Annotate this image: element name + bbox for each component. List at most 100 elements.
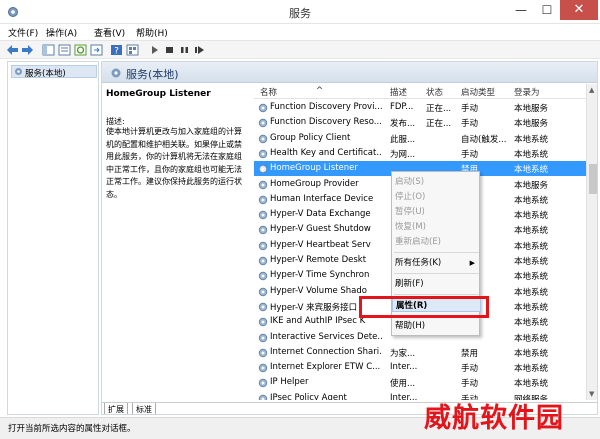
- cell-name: Group Policy Client: [270, 132, 351, 143]
- table-row[interactable]: Function Discovery Provi... FDP... 正在... 手动…: [254, 100, 586, 115]
- selected-service-name: HomeGroup Listener: [106, 89, 211, 99]
- tree-item-services-local[interactable]: 服务(本地): [11, 65, 97, 79]
- vertical-scrollbar[interactable]: ▲ ▼: [586, 84, 597, 400]
- menu-item-pause[interactable]: 暂停(U): [392, 205, 481, 219]
- svg-text:威航软件园: 威航软件园: [424, 402, 564, 434]
- maximize-button[interactable]: ☐: [534, 0, 560, 20]
- services-icon: [111, 68, 121, 78]
- service-gear-icon: [258, 394, 268, 400]
- scroll-up-icon[interactable]: ▲: [589, 86, 594, 94]
- pause-service-icon[interactable]: [178, 44, 191, 56]
- cell-log-on-as: 本地系统: [514, 302, 549, 313]
- menu-file[interactable]: 文件(F): [8, 26, 38, 39]
- cell-log-on-as: 本地系统: [514, 318, 549, 329]
- annotation-highlight-box: [359, 296, 489, 318]
- menu-item-help[interactable]: 帮助(H): [392, 319, 481, 333]
- cell-log-on-as: 本地系统: [514, 195, 549, 206]
- close-button[interactable]: ✕: [560, 0, 598, 20]
- menu-help[interactable]: 帮助(H): [136, 26, 168, 39]
- service-gear-icon: [258, 149, 268, 159]
- service-gear-icon: [258, 379, 268, 388]
- menu-item-all-tasks-label: 所有任务(K): [395, 258, 442, 268]
- menu-item-refresh[interactable]: 刷新(F): [392, 277, 481, 291]
- column-startup-type[interactable]: 启动类型: [461, 86, 495, 98]
- column-log-on-as[interactable]: 登录为: [514, 86, 540, 98]
- cell-log-on-as: 本地系统: [514, 333, 549, 344]
- service-gear-icon: [258, 287, 268, 296]
- service-gear-icon: [258, 363, 268, 373]
- table-row[interactable]: Internet Explorer ETW C... Inter... 手动 本地系统: [254, 360, 586, 375]
- cell-name: IPsec Policy Agent: [270, 392, 347, 400]
- cell-log-on-as: 本地系统: [514, 134, 549, 145]
- restart-service-icon[interactable]: [193, 44, 206, 56]
- panel-title: 服务(本地): [126, 68, 179, 81]
- menu-separator: [394, 294, 479, 295]
- cell-startup-type: 自动(触发...: [461, 134, 507, 145]
- cell-log-on-as: 本地系统: [514, 241, 549, 252]
- status-text: 打开当前所选内容的属性对话框。: [8, 424, 136, 434]
- list-header: 名称 ^ 描述 状态 启动类型 登录为: [254, 84, 586, 99]
- cell-description: Inter...: [390, 392, 418, 400]
- menu-separator: [394, 252, 479, 253]
- start-service-icon[interactable]: [148, 44, 161, 56]
- cell-log-on-as: 本地系统: [514, 257, 549, 267]
- export-list-icon[interactable]: [90, 44, 103, 56]
- console-view-icon[interactable]: [126, 44, 139, 56]
- forward-arrow-icon[interactable]: [21, 44, 34, 56]
- back-arrow-icon[interactable]: [6, 44, 19, 56]
- table-row[interactable]: Internet Connection Shari... 为家... 禁用 本地系统: [254, 345, 586, 360]
- cell-name: HomeGroup Provider: [270, 178, 359, 189]
- tree-item-label: 服务(本地): [25, 69, 66, 79]
- cell-description: Inter...: [390, 362, 418, 373]
- menu-item-restart[interactable]: 重新启动(E): [392, 235, 481, 249]
- service-gear-icon: [258, 119, 268, 128]
- cell-log-on-as: 本地服务: [514, 180, 549, 191]
- cell-log-on-as: 本地服务: [514, 119, 549, 130]
- cell-startup-type: 手动: [461, 379, 479, 390]
- cell-description: 发布...: [390, 119, 416, 130]
- cell-name: HomeGroup Listener: [270, 163, 358, 174]
- cell-name: Health Key and Certificat...: [270, 147, 382, 158]
- menu-item-resume[interactable]: 恢复(M): [392, 220, 481, 234]
- cell-name: Interactive Services Dete...: [270, 331, 382, 342]
- column-description[interactable]: 描述: [390, 86, 407, 98]
- console-tree-icon[interactable]: [42, 44, 55, 56]
- column-name[interactable]: 名称: [260, 86, 277, 98]
- service-gear-icon: [258, 241, 268, 250]
- help-icon[interactable]: ?: [110, 44, 123, 56]
- menu-action[interactable]: 操作(A): [46, 26, 77, 39]
- table-row[interactable]: Function Discovery Reso... 发布... 正在... 手动 本地…: [254, 115, 586, 130]
- cell-name: Hyper-V Heartbeat Serv: [270, 239, 371, 250]
- cell-startup-type: 禁用: [461, 348, 479, 359]
- refresh-icon[interactable]: [74, 44, 87, 56]
- column-status[interactable]: 状态: [426, 86, 443, 98]
- cell-status: 正在...: [426, 119, 452, 130]
- menu-item-stop[interactable]: 停止(O): [392, 190, 481, 204]
- menu-item-all-tasks[interactable]: 所有任务(K) ▶: [392, 256, 481, 270]
- menu-view[interactable]: 查看(V): [94, 26, 125, 39]
- cell-name: Function Discovery Provi...: [270, 102, 382, 112]
- tab-standard[interactable]: 标准: [132, 403, 156, 414]
- cell-startup-type: 手动: [461, 149, 479, 160]
- menu-item-start[interactable]: 启动(S): [392, 175, 481, 189]
- service-gear-icon: [258, 272, 268, 281]
- cell-description: 为家...: [390, 348, 416, 359]
- stop-service-icon[interactable]: [163, 44, 176, 56]
- watermark-logo: 威航软件园: [424, 402, 564, 434]
- cell-log-on-as: 本地系统: [514, 226, 549, 237]
- service-gear-icon: [258, 210, 268, 220]
- tab-extended[interactable]: 扩展: [104, 403, 128, 414]
- minimize-button[interactable]: —: [508, 0, 534, 20]
- table-row[interactable]: Group Policy Client 此服... 自动(触发... 本地系统: [254, 131, 586, 146]
- cell-name: Hyper-V Guest Shutdow: [270, 224, 371, 235]
- cell-description: 为网...: [390, 149, 416, 160]
- submenu-arrow-icon: ▶: [469, 259, 475, 267]
- service-gear-icon: [258, 195, 268, 204]
- table-row[interactable]: Health Key and Certificat... 为网... 手动 本地系统: [254, 146, 586, 161]
- table-row[interactable]: IP Helper 使用... 手动 本地系统: [254, 375, 586, 390]
- cell-name: Hyper-V Remote Deskt: [270, 255, 367, 265]
- cell-name: Hyper-V Volume Shado: [270, 285, 367, 296]
- scroll-thumb[interactable]: [589, 164, 597, 194]
- svg-text:?: ?: [114, 47, 119, 57]
- properties-sheet-icon[interactable]: [58, 44, 71, 56]
